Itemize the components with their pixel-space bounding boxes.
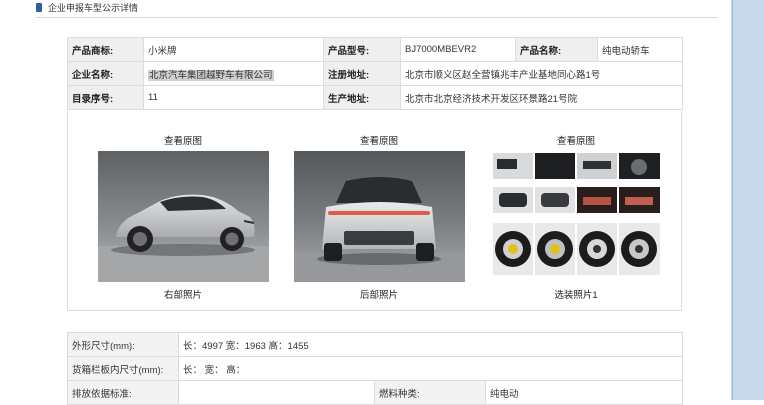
emission-standard-value: [178, 380, 375, 405]
table-row: 产品商标: 小米牌 产品型号: BJ7000MBEVR2 产品名称: 纯电动轿车: [67, 37, 683, 62]
production-address-value: 北京市北京经济技术开发区环景路21号院: [400, 85, 683, 110]
view-original-link[interactable]: 查看原图: [96, 136, 270, 148]
product-name-value: 纯电动轿车: [597, 37, 683, 62]
registered-address-label: 注册地址:: [323, 61, 401, 86]
cargo-size-label: 货箱栏板内尺寸(mm):: [67, 356, 179, 381]
table-row: 目录序号: 11 生产地址: 北京市北京经济技术开发区环景路21号院: [67, 85, 683, 110]
brand-label: 产品商标:: [67, 37, 144, 62]
photo-card-optional: 查看原图 选装照片1: [489, 111, 663, 302]
table-row: 企业名称: 北京汽车集团越野车有限公司 注册地址: 北京市顺义区赵全营镇兆丰产业…: [67, 61, 683, 86]
page-title: 企业申报车型公示详情: [48, 2, 139, 13]
catalog-number-label: 目录序号:: [67, 85, 144, 110]
photo-gallery: 查看原图 右部照片 查看原图 后部照片 查看原图 选装照片1: [67, 111, 682, 311]
catalog-number-value: 11: [143, 85, 324, 110]
production-address-label: 生产地址:: [323, 85, 401, 110]
photo-card-right: 查看原图 右部照片: [96, 111, 270, 302]
emission-standard-label: 排放依据标准:: [67, 380, 179, 405]
table-row: 货箱栏板内尺寸(mm): 长： 宽： 高：: [67, 356, 684, 381]
right-side-photo[interactable]: [97, 151, 269, 282]
vehicle-info-table: 产品商标: 小米牌 产品型号: BJ7000MBEVR2 产品名称: 纯电动轿车…: [67, 37, 683, 110]
rear-photo[interactable]: [293, 151, 465, 282]
company-value-cell: 北京汽车集团越野车有限公司: [143, 61, 324, 86]
fuel-type-value: 纯电动: [484, 380, 684, 405]
photo-card-rear: 查看原图 后部照片: [292, 111, 466, 302]
optional-photo-collage[interactable]: [490, 151, 662, 282]
outer-size-label: 外形尺寸(mm):: [67, 332, 179, 357]
view-original-link[interactable]: 查看原图: [292, 136, 466, 148]
table-row: 外形尺寸(mm): 长：4997 宽：1963 高：1455: [67, 332, 684, 357]
window-scroll-edge: [731, 0, 764, 400]
model-label: 产品型号:: [323, 37, 401, 62]
fuel-type-label: 燃料种类:: [374, 380, 486, 405]
photo-caption: 右部照片: [163, 290, 202, 301]
company-label: 企业名称:: [67, 61, 144, 86]
photo-caption: 后部照片: [359, 290, 398, 301]
brand-value: 小米牌: [143, 37, 324, 62]
model-value: BJ7000MBEVR2: [400, 37, 516, 62]
outer-size-value: 长：4997 宽：1963 高：1455: [177, 332, 684, 357]
cargo-size-value: 长： 宽： 高：: [177, 356, 684, 381]
table-row: 排放依据标准: 燃料种类: 纯电动: [67, 380, 684, 405]
view-original-link[interactable]: 查看原图: [489, 136, 663, 148]
registered-address-value: 北京市顺义区赵全营镇兆丰产业基地同心路1号: [400, 61, 683, 86]
product-name-label: 产品名称:: [515, 37, 598, 62]
company-value[interactable]: 北京汽车集团越野车有限公司: [148, 69, 274, 81]
page-header: 企业申报车型公示详情: [36, 0, 138, 14]
header-divider: [36, 17, 718, 18]
document-icon: [36, 2, 42, 12]
dimensions-table: 外形尺寸(mm): 长：4997 宽：1963 高：1455 货箱栏板内尺寸(m…: [67, 332, 684, 405]
photo-caption: 选装照片1: [554, 290, 598, 301]
